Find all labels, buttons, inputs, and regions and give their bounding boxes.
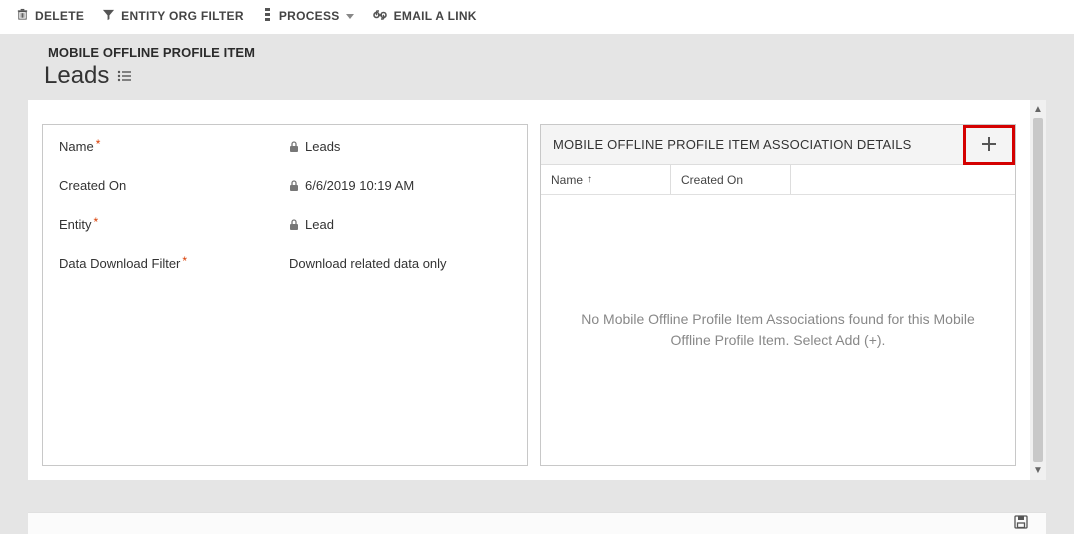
footer-strip: [28, 512, 1046, 534]
form-panel: Name* Leads Created On: [42, 124, 528, 466]
column-header-created-on[interactable]: Created On: [671, 165, 791, 194]
email-a-link-label: EMAIL A LINK: [394, 9, 477, 23]
delete-label: DELETE: [35, 9, 84, 23]
field-label-entity: Entity*: [59, 217, 289, 232]
field-label-data-download-filter: Data Download Filter*: [59, 256, 289, 271]
field-value-data-download-filter[interactable]: Download related data only: [289, 256, 447, 271]
column-header-spacer: [791, 165, 1015, 194]
process-label: PROCESS: [279, 9, 340, 23]
field-label-created-on: Created On: [59, 178, 289, 193]
scroll-up-icon: ▲: [1033, 104, 1043, 115]
save-button[interactable]: [1014, 515, 1028, 532]
plus-icon: [981, 132, 997, 158]
lock-icon: [289, 180, 299, 192]
scrollbar-thumb[interactable]: [1033, 118, 1043, 462]
field-value-created-on: 6/6/2019 10:19 AM: [289, 178, 414, 193]
funnel-icon: [102, 8, 115, 24]
association-columns: Name ↑ Created On: [541, 165, 1015, 195]
command-bar: DELETE ENTITY ORG FILTER PROCESS EMAIL A…: [0, 0, 1074, 35]
empty-message: No Mobile Offline Profile Item Associati…: [569, 309, 987, 351]
column-header-name[interactable]: Name ↑: [541, 165, 671, 194]
delete-command[interactable]: DELETE: [16, 8, 84, 24]
page-title: Leads: [44, 62, 109, 90]
process-command[interactable]: PROCESS: [262, 8, 354, 24]
field-value-entity[interactable]: Lead: [289, 217, 334, 232]
association-empty-state: No Mobile Offline Profile Item Associati…: [541, 195, 1015, 465]
entity-org-filter-command[interactable]: ENTITY ORG FILTER: [102, 8, 244, 24]
sort-ascending-icon: ↑: [587, 174, 592, 185]
required-marker: *: [96, 137, 101, 151]
lock-icon: [289, 141, 299, 153]
link-icon: [372, 9, 388, 24]
chevron-down-icon: [346, 14, 354, 19]
process-icon: [262, 8, 273, 24]
required-marker: *: [94, 215, 99, 229]
association-header: MOBILE OFFLINE PROFILE ITEM ASSOCIATION …: [541, 125, 1015, 165]
trash-icon: [16, 8, 29, 24]
scroll-down-icon: ▼: [1033, 465, 1043, 476]
association-panel: MOBILE OFFLINE PROFILE ITEM ASSOCIATION …: [540, 124, 1016, 466]
scrollbar-vertical[interactable]: ▲ ▼: [1030, 100, 1046, 480]
required-marker: *: [182, 254, 187, 268]
field-value-name[interactable]: Leads: [289, 139, 340, 154]
related-menu-icon[interactable]: [117, 69, 133, 83]
email-a-link-command[interactable]: EMAIL A LINK: [372, 9, 477, 24]
entity-org-filter-label: ENTITY ORG FILTER: [121, 9, 244, 23]
lock-icon: [289, 219, 299, 231]
field-label-name: Name*: [59, 139, 289, 154]
add-association-button[interactable]: [963, 125, 1015, 165]
page-title-row: Leads: [0, 62, 1074, 100]
page-body: MOBILE OFFLINE PROFILE ITEM Leads Name* …: [0, 35, 1074, 534]
record-sheet: Name* Leads Created On: [28, 100, 1046, 480]
entity-type-label: MOBILE OFFLINE PROFILE ITEM: [0, 35, 1074, 62]
association-title: MOBILE OFFLINE PROFILE ITEM ASSOCIATION …: [553, 137, 912, 152]
